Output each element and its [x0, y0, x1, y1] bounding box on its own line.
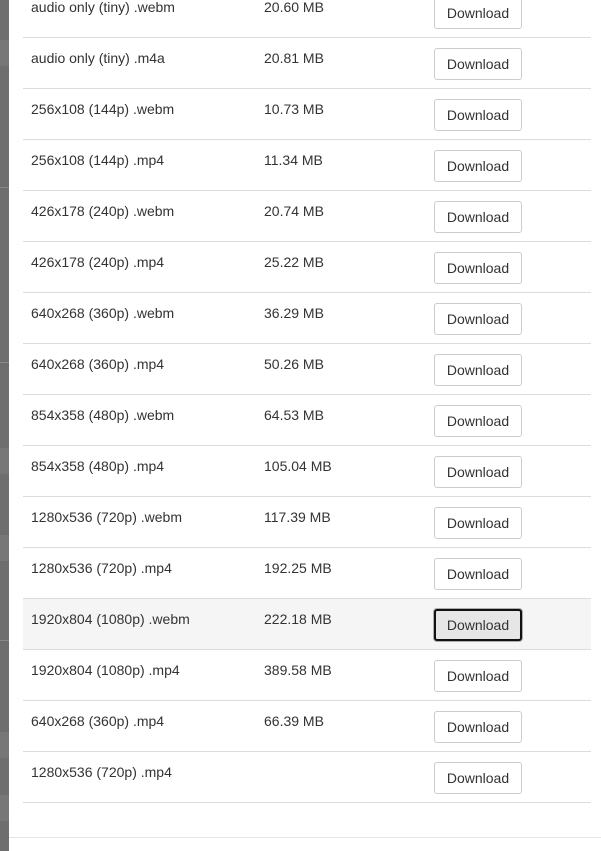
download-button[interactable]: Download — [434, 456, 522, 488]
format-label: 1280x536 (720p) .mp4 — [31, 560, 172, 576]
table-row: 256x108 (144p) .webm 10.73 MB Download — [23, 89, 591, 140]
format-label: 854x358 (480p) .mp4 — [31, 458, 165, 474]
table-row: 1920x804 (1080p) .mp4 389.58 MB Download — [23, 650, 591, 701]
table-row: 640x268 (360p) .mp4 66.39 MB Download — [23, 701, 591, 752]
download-button[interactable]: Download — [434, 405, 522, 437]
format-label: 1280x536 (720p) .webm — [31, 509, 182, 525]
download-button[interactable]: Download — [434, 609, 522, 641]
download-button[interactable]: Download — [434, 660, 522, 692]
download-button[interactable]: Download — [434, 711, 522, 743]
file-size: 50.26 MB — [264, 356, 324, 372]
table-row: 854x358 (480p) .webm 64.53 MB Download — [23, 395, 591, 446]
file-size: 20.74 MB — [264, 203, 324, 219]
file-size: 10.73 MB — [264, 101, 324, 117]
format-label: audio only (tiny) .m4a — [31, 50, 165, 66]
file-size: 11.34 MB — [264, 152, 323, 168]
format-label: 640x268 (360p) .webm — [31, 305, 175, 321]
format-label: 1920x804 (1080p) .mp4 — [31, 662, 180, 678]
table-row: 256x108 (144p) .mp4 11.34 MB Download — [23, 140, 591, 191]
table-row: 854x358 (480p) .mp4 105.04 MB Download — [23, 446, 591, 497]
file-size: 117.39 MB — [264, 509, 331, 525]
modal-footer-divider — [9, 837, 601, 838]
format-label: 1920x804 (1080p) .webm — [31, 611, 190, 627]
file-size: 36.29 MB — [264, 305, 324, 321]
file-size: 25.22 MB — [264, 254, 324, 270]
download-button[interactable]: Download — [434, 507, 522, 539]
format-label: 640x268 (360p) .mp4 — [31, 356, 165, 372]
download-button[interactable]: Download — [434, 201, 522, 233]
table-row: 640x268 (360p) .webm 36.29 MB Download — [23, 293, 591, 344]
file-size: 222.18 MB — [264, 611, 332, 627]
file-size: 192.25 MB — [264, 560, 332, 576]
file-size: 389.58 MB — [264, 662, 332, 678]
file-size: 64.53 MB — [264, 407, 324, 423]
table-row: 1280x536 (720p) .mp4 192.25 MB Download — [23, 548, 591, 599]
download-button[interactable]: Download — [434, 252, 522, 284]
download-button[interactable]: Download — [434, 558, 522, 590]
file-size: 20.60 MB — [264, 0, 324, 15]
download-button[interactable]: Download — [434, 150, 522, 182]
table-row: 1280x536 (720p) .mp4 Download — [23, 752, 591, 803]
format-label: 426x178 (240p) .mp4 — [31, 254, 165, 270]
format-label: audio only (tiny) .webm — [31, 0, 175, 15]
table-row: 1920x804 (1080p) .webm 222.18 MB Download — [23, 599, 591, 650]
download-button[interactable]: Download — [434, 354, 522, 386]
table-row: audio only (tiny) .webm 20.60 MB Download — [23, 0, 591, 38]
table-row: 426x178 (240p) .mp4 25.22 MB Download — [23, 242, 591, 293]
table-row: 640x268 (360p) .mp4 50.26 MB Download — [23, 344, 591, 395]
download-options-table: audio only (tiny) .webm 20.60 MB Download a… — [23, 0, 591, 803]
modal-backdrop[interactable] — [0, 0, 9, 851]
table-row: 1280x536 (720p) .webm 117.39 MB Download — [23, 497, 591, 548]
format-label: 640x268 (360p) .mp4 — [31, 713, 165, 729]
download-options-modal: audio only (tiny) .webm 20.60 MB Download a… — [9, 0, 601, 851]
format-label: 256x108 (144p) .mp4 — [31, 152, 165, 168]
download-button[interactable]: Download — [434, 48, 522, 80]
file-size: 66.39 MB — [264, 713, 324, 729]
format-label: 256x108 (144p) .webm — [31, 101, 175, 117]
format-label: 854x358 (480p) .webm — [31, 407, 175, 423]
table-row: audio only (tiny) .m4a 20.81 MB Download — [23, 38, 591, 89]
file-size: 105.04 MB — [264, 458, 332, 474]
file-size: 20.81 MB — [264, 50, 324, 66]
download-button[interactable]: Download — [434, 303, 522, 335]
download-button[interactable]: Download — [434, 0, 522, 29]
format-label: 1280x536 (720p) .mp4 — [31, 764, 172, 780]
download-button[interactable]: Download — [434, 762, 522, 794]
download-button[interactable]: Download — [434, 99, 522, 131]
table-row: 426x178 (240p) .webm 20.74 MB Download — [23, 191, 591, 242]
format-label: 426x178 (240p) .webm — [31, 203, 175, 219]
